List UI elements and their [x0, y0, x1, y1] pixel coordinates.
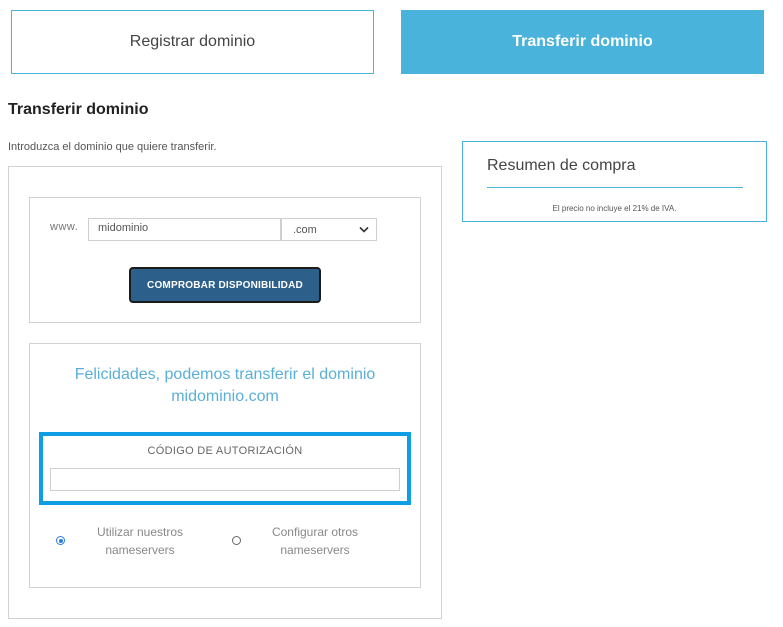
- label-other-line2: nameservers: [280, 543, 350, 557]
- success-message-domain: midominio.com: [171, 388, 279, 405]
- page-title: Transferir dominio: [8, 101, 149, 118]
- auth-code-input[interactable]: [50, 468, 400, 491]
- intro-text: Introduzca el dominio que quiere transfe…: [8, 141, 217, 153]
- check-availability-button[interactable]: COMPROBAR DISPONIBILIDAD: [129, 267, 321, 303]
- vat-note: El precio no incluye el 21% de IVA.: [552, 204, 677, 213]
- label-other-line1: Configurar otros: [271, 525, 359, 539]
- label-own-line2: nameservers: [105, 543, 175, 557]
- tab-register-label: Registrar dominio: [129, 33, 256, 50]
- chevron-down-icon: [359, 225, 369, 237]
- success-message-line1: Felicidades, podemos transferir el domin…: [74, 366, 376, 383]
- label-own-line1: Utilizar nuestros: [96, 525, 184, 539]
- www-prefix: www.: [50, 221, 79, 233]
- domain-search-box: [29, 197, 421, 323]
- purchase-summary-title: Resumen de compra: [487, 157, 636, 174]
- tld-select[interactable]: .com: [281, 218, 377, 241]
- radio-other-nameservers[interactable]: [232, 536, 241, 545]
- auth-code-label: CÓDIGO DE AUTORIZACIÓN: [147, 445, 303, 457]
- tab-register-domain[interactable]: Registrar dominio: [11, 10, 374, 74]
- tab-transfer-domain[interactable]: Transferir dominio: [401, 10, 764, 74]
- summary-divider: [487, 187, 743, 188]
- label-own-nameservers[interactable]: Utilizar nuestros nameservers: [70, 523, 210, 559]
- label-other-nameservers[interactable]: Configurar otros nameservers: [245, 523, 385, 559]
- radio-own-nameservers[interactable]: [56, 536, 65, 545]
- success-message: Felicidades, podemos transferir el domin…: [29, 364, 421, 408]
- domain-input[interactable]: [88, 218, 281, 241]
- tab-transfer-label: Transferir dominio: [512, 33, 653, 50]
- tld-selected-value: .com: [293, 223, 317, 236]
